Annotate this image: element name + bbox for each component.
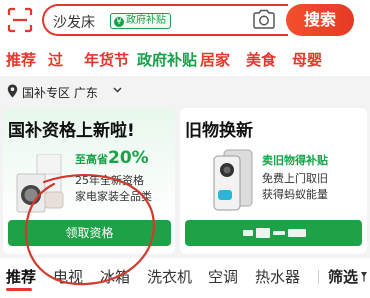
filter-icon[interactable] [360, 271, 368, 283]
tab-water-heater[interactable]: 热水器 [255, 266, 300, 287]
tab-recommend[interactable]: 推荐 [6, 266, 36, 287]
trade-in-line-3: 获得蚂蚁能量 [262, 188, 328, 201]
location-label: 国补专区 广东 [22, 86, 98, 100]
camera-icon[interactable] [252, 9, 276, 29]
blurred-label-icon [243, 228, 306, 238]
promo-line-1: 至高省20% [75, 148, 149, 168]
category-tab-festival[interactable]: 过 [48, 49, 63, 70]
scan-icon[interactable] [6, 6, 34, 34]
tab-air-conditioner[interactable]: 空调 [208, 266, 238, 287]
trade-in-button[interactable] [185, 220, 362, 246]
chevron-down-icon [113, 87, 122, 93]
category-tabs: 推荐 过 年货节 政府补贴 居家 美食 母婴 [0, 40, 370, 76]
filter-button[interactable]: 筛选 [328, 266, 358, 287]
category-tab-food[interactable]: 美食 [246, 49, 276, 70]
location-selector[interactable]: 国补专区 广东 [0, 78, 370, 104]
search-query: 沙发床 [53, 15, 95, 31]
category-tab-recommend[interactable]: 推荐 [6, 49, 36, 70]
active-tab-indicator [6, 288, 32, 291]
subsidy-mark-icon: ¥ [114, 17, 124, 27]
phone-illustration [213, 149, 253, 211]
tab-tv[interactable]: 电视 [53, 266, 83, 287]
search-button[interactable]: 搜索 [286, 4, 354, 36]
trade-in-line-1: 卖旧物得补贴 [262, 154, 328, 167]
category-tab-home[interactable]: 居家 [200, 49, 230, 70]
trade-in-card[interactable]: 旧物换新 卖旧物得补贴 免费上门取旧 获得蚂蚁能量 [180, 108, 367, 254]
promo-percent: 20% [108, 148, 149, 168]
promo-prefix: 至高省 [75, 153, 108, 166]
gov-subsidy-tag-label: 政府补贴 [126, 15, 166, 26]
trade-in-line-2: 免费上门取旧 [262, 172, 328, 185]
appliance-illustration [16, 154, 64, 213]
divider [318, 270, 319, 284]
card-title: 旧物换新 [185, 121, 253, 141]
promo-line-2: 25年全新资格 [75, 174, 144, 187]
card-title: 国补资格上新啦! [8, 121, 135, 141]
gov-subsidy-tag: ¥ 政府补贴 [110, 13, 171, 29]
claim-qualification-button[interactable]: 领取资格 [8, 220, 171, 246]
subsidy-qualification-card[interactable]: 国补资格上新啦! 至高省20% 25年全新资格 家电家装全品类 领取资格 [3, 108, 175, 254]
location-pin-icon [7, 84, 18, 98]
category-tab-new-year[interactable]: 年货节 [84, 49, 129, 70]
category-tab-gov-subsidy[interactable]: 政府补贴 [137, 49, 197, 70]
tab-washing-machine[interactable]: 洗衣机 [147, 266, 192, 287]
search-header: 沙发床 ¥ 政府补贴 搜索 [0, 0, 370, 40]
category-tab-baby[interactable]: 母婴 [292, 49, 322, 70]
promo-line-3: 家电家装全品类 [75, 190, 152, 203]
tab-fridge[interactable]: 冰箱 [100, 266, 130, 287]
product-category-tabs: 推荐 电视 冰箱 洗衣机 空调 热水器 筛选 [0, 258, 370, 298]
